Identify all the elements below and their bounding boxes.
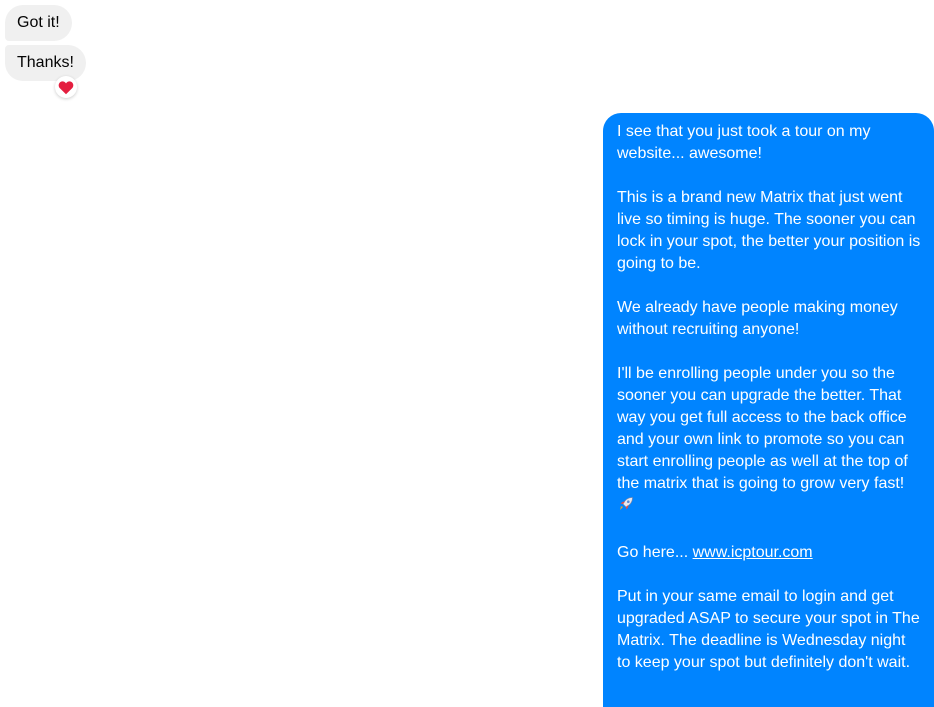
message-paragraph: We already have people making money with…: [617, 299, 898, 338]
message-paragraph: I'll be enrolling people under you so th…: [617, 363, 922, 520]
incoming-message[interactable]: Thanks!: [5, 45, 86, 81]
outgoing-message[interactable]: I see that you just took a tour on my we…: [603, 113, 934, 707]
message-paragraph: I see that you just took a tour on my we…: [617, 123, 871, 162]
message-text: I'll be enrolling people under you so th…: [617, 365, 908, 492]
message-paragraph: Go here... www.icptour.com: [617, 542, 922, 564]
heart-icon: [58, 80, 74, 94]
message-thread: Got it! Thanks! I see that you just took…: [0, 0, 934, 707]
message-text: Thanks!: [17, 54, 74, 71]
message-text: Go here...: [617, 544, 693, 561]
message-text: Got it!: [17, 14, 60, 31]
message-paragraph: This is a brand new Matrix that just wen…: [617, 189, 921, 272]
website-link[interactable]: www.icptour.com: [693, 544, 813, 561]
rocket-icon: [617, 495, 635, 520]
incoming-message[interactable]: Got it!: [5, 5, 72, 41]
message-paragraph: Put in your same email to login and get …: [617, 588, 920, 671]
message-reaction[interactable]: [55, 76, 77, 98]
